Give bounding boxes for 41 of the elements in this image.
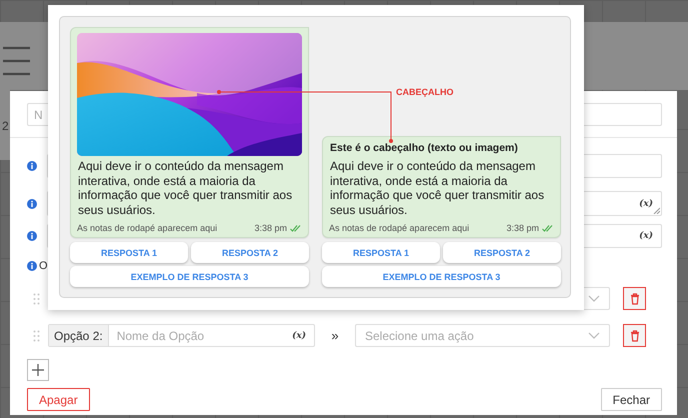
page-number: 2 — [2, 119, 9, 133]
option-label: Opção 2: — [49, 325, 109, 346]
message-time: 3:38 pm — [506, 223, 539, 233]
chevron-icon — [588, 294, 600, 302]
trash-icon — [630, 330, 640, 342]
reply-button[interactable]: RESPOSTA 2 — [191, 242, 309, 263]
menu-icon[interactable] — [3, 45, 30, 77]
drag-handle-icon[interactable] — [33, 292, 40, 304]
reply-button[interactable]: EXEMPLO DE RESPOSTA 3 — [70, 266, 309, 287]
drag-handle-icon[interactable] — [33, 330, 40, 342]
message-body: Aqui deve ir o conteúdo da mensagem interativa, onde está a maioria da informação que você quer transmitir aos seus usuários. — [330, 159, 546, 217]
plus-icon — [32, 364, 44, 376]
delete-button[interactable] — [623, 287, 646, 310]
option-field[interactable]: Opção 2: Nome da Opção (x) — [48, 324, 315, 347]
message-footer: As notas de rodapé aparecem aqui — [77, 223, 218, 233]
reply-button[interactable]: EXEMPLO DE RESPOSTA 3 — [322, 266, 561, 287]
trash-icon — [630, 292, 640, 304]
delete-button[interactable] — [623, 324, 646, 347]
arrow-text: » — [330, 328, 340, 343]
message-footer: As notas de rodapé aparecem aqui — [329, 223, 470, 233]
chevron-icon — [588, 332, 600, 340]
message-time: 3:38 pm — [254, 223, 287, 233]
variable-button[interactable]: (x) — [639, 198, 653, 208]
resize-grip-icon[interactable] — [653, 207, 660, 214]
reply-button[interactable]: RESPOSTA 2 — [443, 242, 561, 263]
info-icon — [27, 231, 37, 241]
variable-button[interactable]: (x) — [639, 231, 653, 241]
add-button[interactable] — [27, 359, 49, 381]
variable-button[interactable]: (x) — [292, 330, 306, 340]
info-icon — [27, 198, 37, 208]
message-header: Este é o cabeçalho (texto ou imagem) — [330, 142, 519, 154]
close-button[interactable]: Fechar — [600, 388, 662, 411]
reply-button[interactable]: RESPOSTA 1 — [70, 242, 188, 263]
reply-button[interactable]: RESPOSTA 1 — [322, 242, 440, 263]
info-icon — [27, 261, 37, 271]
annotation-label: CABEÇALHO — [396, 87, 454, 97]
delete-button[interactable]: Apagar — [27, 388, 90, 411]
options-label: O — [39, 260, 48, 272]
message-body: Aqui deve ir o conteúdo da mensagem interativa, onde está a maioria da informação que você quer transmitir aos seus usuários. — [78, 159, 294, 217]
action-select[interactable]: Selecione uma ação — [355, 324, 610, 347]
info-icon — [27, 161, 37, 171]
